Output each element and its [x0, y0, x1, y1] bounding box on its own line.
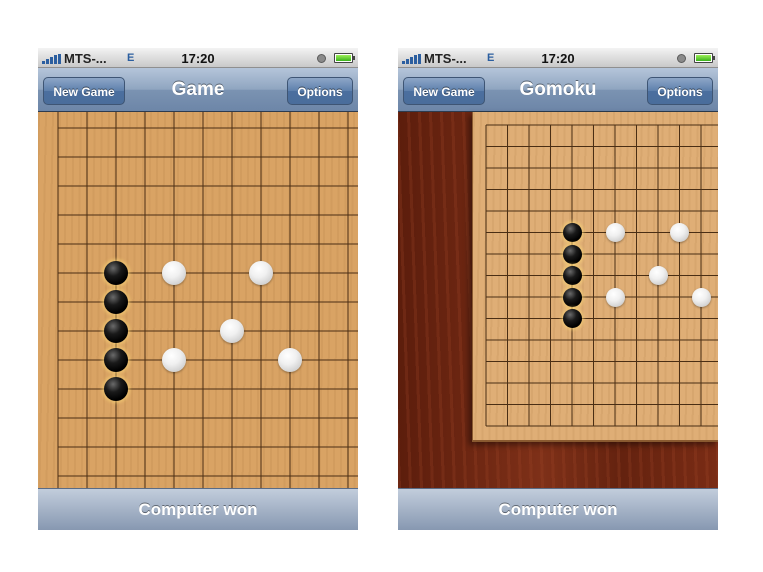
- page-title: Game: [171, 79, 225, 100]
- status-time: 17:20: [181, 51, 215, 66]
- white-stone: [278, 348, 302, 372]
- white-stone: [605, 223, 625, 242]
- white-stone: [605, 287, 625, 307]
- game-board-area[interactable]: [38, 112, 358, 488]
- black-stone: [104, 290, 128, 314]
- clock-icon: [677, 54, 686, 63]
- white-stone: [249, 261, 273, 285]
- black-stone: [104, 377, 128, 401]
- phone-screen-gomoku: MTS-... E 17:20 New Game Gomoku Options …: [398, 48, 718, 530]
- clock-icon: [317, 54, 326, 63]
- white-stone: [670, 223, 689, 242]
- game-table-area: [398, 112, 718, 488]
- black-stone: [104, 348, 128, 372]
- battery-icon: [334, 53, 353, 63]
- status-time: 17:20: [541, 51, 575, 66]
- board-grid[interactable]: [38, 112, 358, 488]
- status-message: Computer won: [38, 488, 358, 530]
- white-stone: [162, 348, 186, 372]
- battery-icon: [694, 53, 713, 63]
- black-stone: [562, 309, 582, 328]
- battery-tip: [353, 56, 355, 60]
- new-game-button[interactable]: New Game: [43, 77, 125, 105]
- battery-tip: [713, 56, 715, 60]
- options-button[interactable]: Options: [287, 77, 353, 105]
- navigation-bar: New Game Gomoku Options: [398, 68, 718, 112]
- white-stone: [648, 266, 668, 285]
- status-message: Computer won: [398, 488, 718, 530]
- white-stone: [220, 319, 244, 343]
- black-stone: [104, 261, 128, 285]
- black-stone: [562, 223, 582, 242]
- status-bar: MTS-... E 17:20: [38, 48, 358, 68]
- black-stone: [562, 287, 582, 307]
- navigation-bar: New Game Game Options: [38, 68, 358, 112]
- page-title: Gomoku: [519, 79, 597, 100]
- phone-screen-game: MTS-... E 17:20 New Game Game Options Co…: [38, 48, 358, 530]
- game-board[interactable]: [472, 112, 718, 442]
- black-stone: [562, 266, 582, 285]
- board-grid[interactable]: [473, 112, 718, 440]
- black-stone: [104, 319, 128, 343]
- white-stone: [691, 287, 711, 307]
- new-game-button[interactable]: New Game: [403, 77, 485, 105]
- status-bar: MTS-... E 17:20: [398, 48, 718, 68]
- options-button[interactable]: Options: [647, 77, 713, 105]
- white-stone: [162, 261, 186, 285]
- black-stone: [562, 244, 582, 264]
